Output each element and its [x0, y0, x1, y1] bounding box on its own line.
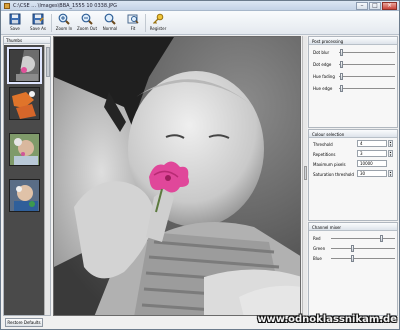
saturation-threshold-spinner[interactable]: ▴ ▾ — [388, 170, 393, 177]
thumbnail-1[interactable] — [7, 47, 42, 84]
post-processing-title: Post processing — [309, 37, 397, 45]
hue-edge-track[interactable] — [339, 88, 395, 89]
maximum-pixels-label: Maximum pixels — [313, 162, 346, 167]
toolbar-separator — [51, 14, 52, 32]
green-slider[interactable] — [351, 245, 355, 252]
saturation-threshold-input[interactable]: 30 — [357, 170, 387, 177]
dot-blur-row: Dot blur — [313, 48, 397, 56]
floppy-disk-icon — [32, 13, 44, 25]
magnifier-plus-icon — [58, 13, 70, 25]
thumbs-header: Thumbs — [4, 37, 50, 44]
normal-label: Normal — [102, 26, 118, 31]
minimize-button[interactable]: – — [356, 2, 368, 10]
close-button[interactable]: × — [382, 2, 397, 10]
hue-edge-slider[interactable] — [340, 85, 344, 92]
photo-canvas[interactable] — [53, 36, 301, 316]
dot-edge-label: Dot edge — [313, 62, 332, 67]
saturation-threshold-label: Saturation threshold — [313, 172, 354, 177]
magnifier-icon — [104, 13, 116, 25]
thumbnail-list — [4, 45, 50, 315]
channel-mixer-title: Channel mixer — [309, 223, 397, 231]
threshold-spinner[interactable]: ▴ ▾ — [388, 140, 393, 147]
register-label: Register — [149, 26, 167, 31]
toolbar: Save Save As Zoom In Zoom Out Normal Fit… — [1, 11, 399, 35]
hue-edge-label: Hue edge — [313, 86, 333, 91]
splitter-bar[interactable] — [302, 36, 307, 316]
key-icon — [153, 13, 164, 24]
colour-selection-title: Colour selection — [309, 130, 397, 138]
save-button[interactable]: Save — [4, 12, 26, 34]
hue-fading-label: Hue fading — [313, 74, 335, 79]
title-bar: C:\CSE ... \Images\BBA_1555 10 0338.JPG … — [1, 1, 399, 11]
app-icon — [4, 3, 10, 9]
zoom-in-button[interactable]: Zoom In — [53, 12, 75, 34]
red-slider[interactable] — [380, 235, 384, 242]
repetitions-row: Repetitions 3 ▴ ▾ — [313, 150, 397, 158]
maximum-pixels-row: Maximum pixels 10000 — [313, 160, 397, 168]
app-window: C:\CSE ... \Images\BBA_1555 10 0338.JPG … — [0, 0, 400, 330]
zoom-out-button[interactable]: Zoom Out — [76, 12, 98, 34]
blue-slider[interactable] — [351, 255, 355, 262]
save-as-button[interactable]: Save As — [27, 12, 49, 34]
restore-defaults-button[interactable]: Restore Defaults — [5, 318, 43, 327]
green-label: Green — [313, 246, 326, 251]
red-row: Red — [313, 234, 397, 242]
dot-edge-row: Dot edge — [313, 60, 397, 68]
splitter-grip[interactable] — [304, 166, 307, 180]
green-row: Green — [313, 244, 397, 252]
green-track[interactable] — [331, 248, 395, 249]
thumbnail-scrollbar[interactable] — [44, 45, 50, 315]
dot-edge-track[interactable] — [339, 64, 395, 65]
register-button[interactable]: Register — [147, 12, 169, 34]
hue-fading-track[interactable] — [339, 76, 395, 77]
blue-row: Blue — [313, 254, 397, 262]
floppy-disk-icon — [9, 13, 21, 25]
maximum-pixels-input[interactable]: 10000 — [357, 160, 387, 167]
normal-button[interactable]: Normal — [99, 12, 121, 34]
fit-window-icon — [127, 14, 139, 24]
save-label: Save — [10, 26, 20, 31]
threshold-label: Threshold — [313, 142, 333, 147]
fit-button[interactable]: Fit — [122, 12, 144, 34]
magnifier-minus-icon — [81, 13, 93, 25]
hue-edge-row: Hue edge — [313, 84, 397, 92]
photo-image — [54, 37, 300, 315]
blue-track[interactable] — [331, 258, 395, 259]
window-title: C:\CSE ... \Images\BBA_1555 10 0338.JPG — [13, 3, 117, 9]
dot-edge-slider[interactable] — [340, 61, 344, 68]
thumbnail-4[interactable] — [9, 179, 40, 212]
dot-blur-label: Dot blur — [313, 50, 330, 55]
toolbar-separator — [145, 14, 146, 32]
repetitions-spinner[interactable]: ▴ ▾ — [388, 150, 393, 157]
threshold-row: Threshold 4 ▴ ▾ — [313, 140, 397, 148]
thumbnails-panel: Thumbs — [3, 36, 51, 316]
maximize-button[interactable]: □ — [369, 2, 381, 10]
repetitions-input[interactable]: 3 — [357, 150, 387, 157]
dot-blur-track[interactable] — [339, 52, 395, 53]
hue-fading-row: Hue fading — [313, 72, 397, 80]
hue-fading-slider[interactable] — [340, 73, 344, 80]
post-processing-panel: Post processing Dot blur Dot edge Hue fa… — [308, 36, 398, 128]
channel-mixer-panel: Channel mixer Red Green Blue — [308, 222, 398, 316]
red-track[interactable] — [331, 238, 395, 239]
threshold-input[interactable]: 4 — [357, 140, 387, 147]
thumbnail-2[interactable] — [9, 87, 40, 120]
colour-selection-panel: Colour selection Threshold 4 ▴ ▾ Repetiti… — [308, 129, 398, 221]
fit-label: Fit — [130, 26, 136, 31]
saturation-threshold-row: Saturation threshold 30 ▴ ▾ — [313, 170, 397, 178]
save-as-label: Save As — [30, 26, 46, 31]
blue-label: Blue — [313, 256, 322, 261]
dot-blur-slider[interactable] — [340, 49, 344, 56]
thumbnail-3[interactable] — [9, 133, 40, 166]
zoom-out-label: Zoom Out — [76, 26, 98, 31]
zoom-in-label: Zoom In — [55, 26, 73, 31]
repetitions-label: Repetitions — [313, 152, 336, 157]
watermark-text: www.odnoklassnikam.de — [257, 314, 397, 325]
red-label: Red — [313, 236, 321, 241]
scrollbar-thumb[interactable] — [46, 47, 50, 77]
